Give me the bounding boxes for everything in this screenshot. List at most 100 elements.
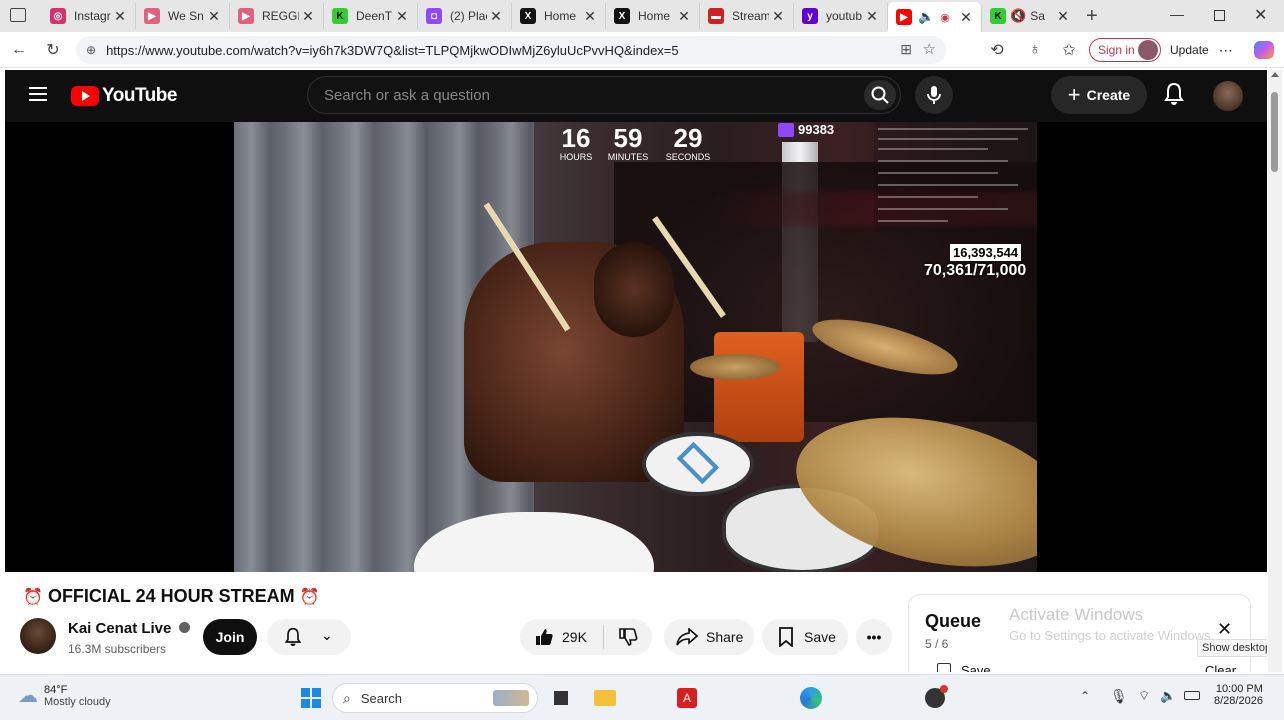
windows-taskbar: ☁ 84°F Mostly cloudy ⌕ Search A ⌃ 🎙 ⌔ 🔈 … [0,674,1284,720]
orange-drum [714,332,804,442]
file-explorer-icon[interactable] [590,683,620,713]
subscription-bell-button[interactable]: ⌄ [267,619,351,655]
more-actions-button[interactable]: ••• [856,619,892,655]
edge-browser-icon[interactable] [796,683,826,713]
tab-actions-icon[interactable] [10,8,26,22]
save-button[interactable]: Save [762,619,848,655]
scrollbar-thumb[interactable] [1271,92,1278,172]
x-icon: X [520,8,536,24]
adobe-acrobat-icon[interactable]: A [672,683,702,713]
browser-tab[interactable]: ▶ REGGIE ✕ [230,3,324,29]
account-avatar[interactable] [1213,81,1243,111]
close-tab-icon[interactable]: ✕ [1054,8,1072,25]
taskbar-search-box[interactable]: ⌕ Search [332,683,538,713]
weather-condition: Mostly cloudy [44,695,111,708]
close-queue-icon[interactable]: ✕ [1217,619,1232,640]
update-button[interactable]: Update ⋯ [1170,38,1233,62]
favorites-icon[interactable]: ✩ [1056,38,1082,62]
close-window-icon[interactable]: ✕ [1254,5,1267,25]
yahoo-icon: y [802,8,818,24]
restore-icon[interactable] [1214,10,1225,21]
browser-tab[interactable]: y youtub ✕ [794,3,888,29]
cymbal [690,354,780,380]
site-info-icon[interactable]: ⊕ [86,43,96,57]
address-bar[interactable]: ⊕ https://www.youtube.com/watch?v=iy6h7k… [76,36,946,64]
minimize-icon[interactable]: — [1170,6,1184,22]
clock[interactable]: 10:00 PM 8/28/2026 [1214,683,1263,707]
new-tab-icon[interactable]: + [1086,5,1098,28]
tab-title: Home [638,9,671,23]
app-available-icon[interactable]: ⊞ [900,41,912,58]
youtube-logo[interactable]: YouTube [71,85,177,107]
more-icon[interactable]: ⋯ [1219,42,1233,59]
like-button[interactable]: 29K [520,625,604,649]
video-frame[interactable]: 16 HOURS 59 MINUTES 29 SECONDS 99383 16,… [234,122,1037,572]
browser-tab[interactable]: X Home ✕ [606,3,700,29]
browser-tab[interactable]: ▬ Stream ✕ [700,3,794,29]
channel-avatar[interactable] [20,618,56,654]
browser-tab-active[interactable]: ▶ 🔈 ◉ ✕ [888,2,982,32]
menu-icon[interactable] [29,87,47,101]
close-tab-icon[interactable]: ✕ [487,8,505,25]
close-tab-icon[interactable]: ✕ [393,8,411,25]
close-tab-icon[interactable]: ✕ [957,9,975,26]
browser-tab[interactable]: ◎ Instagr ✕ [42,3,136,29]
extensions-icon[interactable]: ⟲ [984,38,1010,62]
close-tab-icon[interactable]: ✕ [769,8,787,25]
browser-tab[interactable]: K 🔇 Sa ✕ [982,3,1078,29]
scroll-up-icon[interactable] [1271,72,1279,77]
alarm-clock-icon: ⏰ [23,589,43,606]
browser-toolbar: ← ↻ ⊕ https://www.youtube.com/watch?v=iy… [0,32,1284,68]
speaker-icon[interactable]: 🔈 [918,9,934,25]
sign-in-button[interactable]: Sign in [1089,38,1161,62]
browser-essentials-icon[interactable]: ♁ [1022,38,1048,62]
task-view-icon[interactable] [546,683,576,713]
close-tab-icon[interactable]: ✕ [863,8,881,25]
browser-tab[interactable]: ▶ We Sn ✕ [136,3,230,29]
browser-tab[interactable]: ◘ (2) Plac ✕ [418,3,512,29]
youtube-icon: ▶ [896,9,912,25]
join-label: Join [215,629,245,645]
weather-widget[interactable]: ☁ 84°F Mostly cloudy [18,683,111,708]
volume-icon[interactable]: 🔈 [1160,688,1176,704]
show-hidden-icons-icon[interactable]: ⌃ [1080,689,1090,703]
microphone-tray-icon[interactable]: 🎙 [1110,688,1128,705]
channel-name-row[interactable]: Kai Cenat Live [68,620,190,637]
muted-speaker-icon[interactable]: 🔇 [1010,8,1026,24]
page-scrollbar[interactable] [1268,70,1282,672]
twitch-viewers-icon [778,122,794,137]
timer-seconds-label: SECONDS [665,152,711,162]
update-label: Update [1170,43,1209,57]
close-tab-icon[interactable]: ✕ [675,8,693,25]
search-button[interactable] [864,80,896,110]
close-tab-icon[interactable]: ✕ [581,8,599,25]
wifi-icon[interactable]: ⌔ [1138,688,1150,704]
voice-search-button[interactable] [915,76,953,114]
tab-title: We Sn [168,9,204,23]
browser-tab[interactable]: K DeenT ✕ [324,3,418,29]
windows-start-icon[interactable] [296,683,326,713]
battery-icon[interactable] [1184,691,1200,700]
channel-name[interactable]: Kai Cenat Live [68,620,171,637]
close-tab-icon[interactable]: ✕ [111,8,129,25]
close-tab-icon[interactable]: ✕ [205,8,223,25]
reload-icon[interactable]: ↻ [40,38,66,62]
share-button[interactable]: Share [664,619,754,655]
dislike-button[interactable] [604,627,638,647]
notifications-bell-icon[interactable] [1163,82,1185,111]
search-icon [871,86,889,104]
queue-clear-button[interactable]: Clear [1205,663,1236,672]
close-tab-icon[interactable]: ✕ [299,8,317,25]
chat-app-icon[interactable] [920,683,950,713]
join-button[interactable]: Join [203,619,257,655]
clock-time: 10:00 PM [1215,683,1263,695]
back-icon[interactable]: ← [6,38,32,62]
stream-chat-overlay [874,122,1034,232]
browser-tab[interactable]: X Home ✕ [512,3,606,29]
search-input[interactable]: Search or ask a question [307,76,901,114]
copilot-icon[interactable] [1254,41,1274,59]
favorite-star-icon[interactable]: ☆ [923,40,936,58]
queue-save-checkbox[interactable] [937,663,951,672]
create-button[interactable]: + Create [1051,76,1147,114]
video-player[interactable]: 16 HOURS 59 MINUTES 29 SECONDS 99383 16,… [5,122,1267,572]
